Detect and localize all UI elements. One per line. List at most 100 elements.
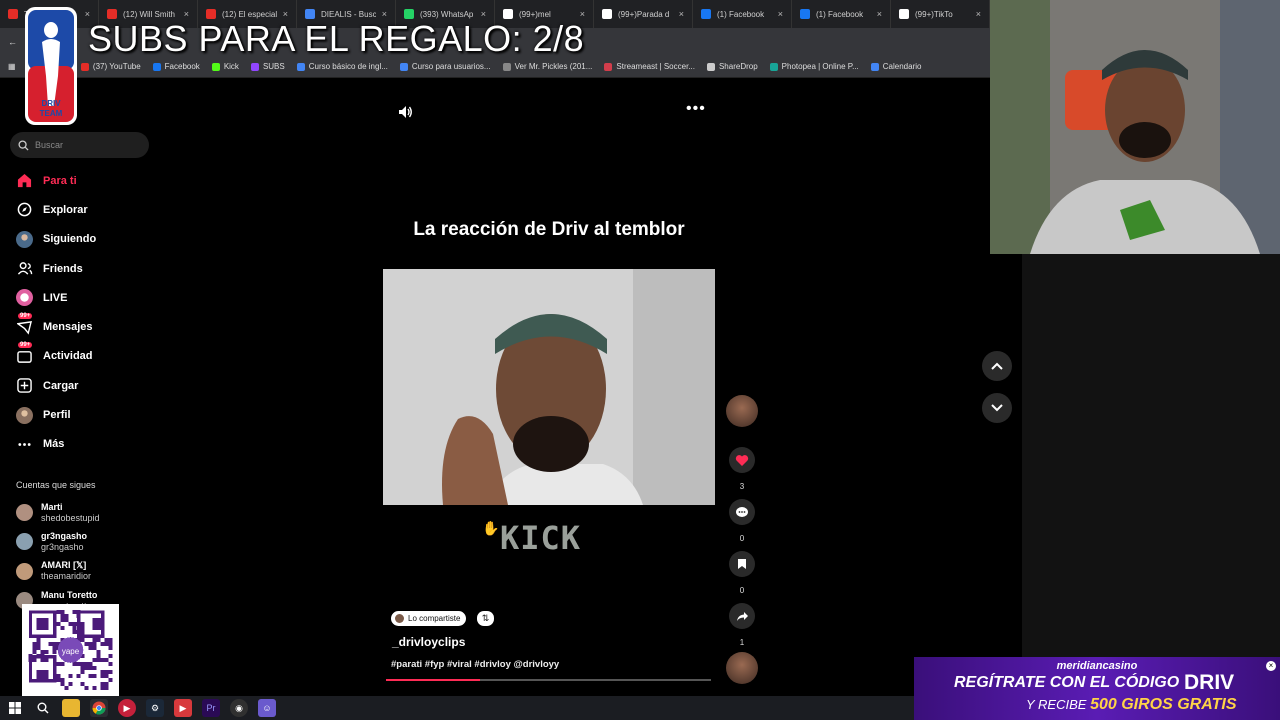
nav-label: Siguiendo [43, 233, 97, 246]
tab-favicon-icon [701, 9, 711, 19]
video-progress-fill [386, 679, 481, 681]
apps-grid-icon[interactable]: ▦ [8, 62, 16, 71]
more-icon [16, 436, 33, 453]
bookmark-item[interactable]: Ver Mr. Pickles (201... [502, 62, 592, 71]
nav-item-live[interactable]: LIVE [16, 283, 156, 312]
tab-close-icon[interactable]: × [679, 9, 684, 19]
tab-favicon-icon [899, 9, 909, 19]
file-explorer-icon[interactable] [62, 699, 80, 717]
nav-label: Mensajes [43, 321, 93, 334]
nav-label: Friends [43, 262, 83, 275]
video-author[interactable]: _drivloyclips [392, 635, 465, 649]
ad-line2-prefix: Y RECIBE [1026, 697, 1087, 712]
share-button[interactable] [729, 603, 755, 629]
streamlabs-icon[interactable]: ▶ [174, 699, 192, 717]
account-name: gr3ngasho [41, 530, 88, 541]
main-nav: Para ti Explorar Siguiendo Friends LIVE 99+ Me… [16, 166, 156, 459]
browser-tab[interactable]: (99+)Parada d × [594, 0, 693, 28]
tab-favicon-icon [8, 9, 18, 19]
bookmark-favicon-icon [399, 62, 408, 71]
sound-disc-avatar[interactable] [726, 652, 758, 684]
bookmark-item[interactable]: SUBS [250, 62, 285, 71]
sound-icon[interactable] [397, 104, 413, 125]
bookmark-label: Facebook [164, 62, 200, 71]
shared-badge: Lo compartiste [391, 611, 467, 626]
like-button[interactable] [729, 447, 755, 473]
chevron-up-icon [991, 362, 1003, 370]
bookmark-item[interactable]: Curso para usuarios... [399, 62, 491, 71]
nav-item-friends[interactable]: Friends [16, 254, 156, 283]
bookmark-item[interactable]: Kick [211, 62, 239, 71]
bookmark-item[interactable]: ShareDrop [706, 62, 758, 71]
repost-icon[interactable]: ⇅ [477, 611, 494, 626]
svg-text:yape: yape [62, 647, 80, 656]
bookmark-label: ShareDrop [718, 62, 758, 71]
nav-item-para-ti[interactable]: Para ti [16, 166, 156, 195]
search-input[interactable]: Buscar [10, 132, 149, 158]
bookmark-item[interactable]: Facebook [152, 62, 200, 71]
premiere-pro-icon[interactable]: Pr [202, 699, 220, 717]
ad-close-icon[interactable]: × [1266, 661, 1276, 671]
chrome-icon[interactable] [90, 699, 108, 717]
video-hashtags[interactable]: #parati #fyp #viral #drivloy @drivloyy [391, 659, 559, 670]
comment-button[interactable] [729, 499, 755, 525]
account-avatar [16, 562, 33, 580]
browser-tab[interactable]: (1) Facebook × [693, 0, 792, 28]
tab-label: (99+)Parada d [618, 9, 670, 19]
webcam-feed [990, 0, 1280, 254]
nav-item-actividad[interactable]: 99+ Actividad [16, 341, 156, 371]
obs-icon[interactable]: ◉ [230, 699, 248, 717]
tab-close-icon[interactable]: × [877, 9, 882, 19]
nav-label: Para ti [43, 174, 77, 187]
tab-close-icon[interactable]: × [778, 9, 783, 19]
nav-item-perfil[interactable]: Perfil [16, 400, 156, 429]
bookmark-favicon-icon [80, 62, 89, 71]
bookmark-item[interactable]: Curso básico de ingl... [296, 62, 388, 71]
notification-badge: 99+ [18, 312, 33, 319]
discord-icon[interactable]: ☺ [258, 699, 276, 717]
notification-badge: 99+ [18, 341, 33, 348]
media-player-icon[interactable]: ▶ [118, 699, 136, 717]
nav-item-siguiendo[interactable]: Siguiendo [16, 225, 156, 254]
comment-count: 0 [739, 534, 745, 543]
account-name: Marti [41, 501, 63, 512]
video-player[interactable] [383, 269, 715, 505]
save-button[interactable] [729, 551, 755, 577]
bookmark-favicon-icon [211, 62, 220, 71]
tab-close-icon[interactable]: × [976, 9, 981, 19]
more-options-icon[interactable]: ••• [686, 101, 706, 117]
taskbar-search-icon[interactable] [34, 699, 52, 717]
bookmark-item[interactable]: Streameast | Soccer... [604, 62, 695, 71]
windows-start-icon[interactable] [6, 699, 24, 717]
bookmark-item[interactable]: Photopea | Online P... [769, 62, 859, 71]
windows-taskbar: ▶ ⚙ ▶ Pr ◉ ☺ [0, 696, 914, 720]
tab-label: (99+)TikTo [915, 9, 953, 19]
bookmark-item[interactable]: Calendario [870, 62, 921, 71]
steam-icon[interactable]: ⚙ [146, 699, 164, 717]
account-avatar [16, 504, 33, 522]
next-video-button[interactable] [982, 393, 1012, 423]
following-list: Marti shedobestupid gr3ngasho gr3ngasho AMAR… [16, 498, 156, 615]
nav-item-explorar[interactable]: Explorar [16, 195, 156, 224]
following-account[interactable]: gr3ngasho gr3ngasho [16, 527, 156, 556]
bookmark-favicon-icon [604, 62, 613, 71]
bookmark-icon [738, 559, 746, 569]
browser-tab[interactable]: (99+)TikTo × [891, 0, 990, 28]
bookmark-label: (37) YouTube [92, 62, 141, 71]
nav-item-m-s[interactable]: Más [16, 430, 156, 459]
creator-avatar[interactable] [726, 395, 758, 427]
previous-video-button[interactable] [982, 351, 1012, 381]
nav-item-cargar[interactable]: Cargar [16, 371, 156, 400]
nav-item-mensajes[interactable]: 99+ Mensajes [16, 312, 156, 341]
bookmark-favicon-icon [502, 62, 511, 71]
tab-favicon-icon [602, 9, 612, 19]
following-account[interactable]: AMARI [𝕏] theamaridior [16, 557, 156, 586]
video-progress-bar[interactable] [386, 679, 711, 681]
back-icon[interactable]: ← [8, 37, 17, 47]
bookmark-item[interactable]: (37) YouTube [80, 62, 141, 71]
ad-line2: Y RECIBE 500 GIROS GRATIS [1026, 696, 1236, 714]
search-placeholder: Buscar [35, 140, 64, 150]
following-account[interactable]: Marti shedobestupid [16, 498, 156, 527]
browser-tab[interactable]: (1) Facebook × [792, 0, 891, 28]
casino-ad-banner[interactable]: meridiancasino REGÍTRATE CON EL CÓDIGO D… [914, 657, 1280, 720]
